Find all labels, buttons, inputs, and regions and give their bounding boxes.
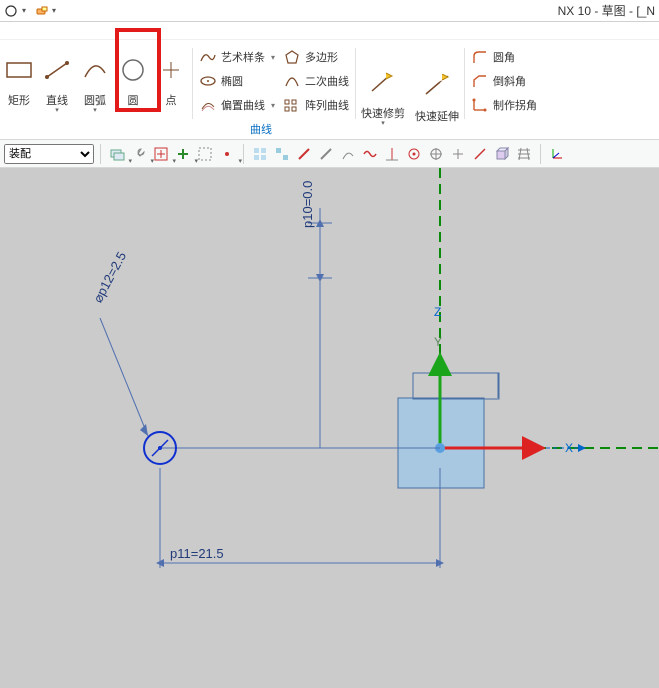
spline-icon [199,48,217,66]
fillet-icon [471,48,489,66]
rectangle-label: 矩形 [8,92,30,108]
tool-marquee-icon[interactable] [195,144,215,164]
tool-layer-icon[interactable] [107,144,127,164]
tool-diag2-icon[interactable] [470,144,490,164]
dim-p11[interactable]: p11=21.5 [170,546,224,561]
polygon-button[interactable]: 多边形 [283,46,349,68]
title-bar: ▾ ▾ NX 10 - 草图 - [_N [0,0,659,22]
axis-z-label: Z [434,305,441,319]
fillet-button[interactable]: 圆角 [471,46,537,68]
tool-greenplus-icon[interactable] [173,144,193,164]
menu-bar [0,22,659,40]
quick-extend-button[interactable]: 快速延伸 [412,62,462,128]
tool-wave-icon[interactable] [360,144,380,164]
assembly-select[interactable]: 装配 [4,144,94,164]
tool-plusbox-icon[interactable] [151,144,171,164]
offset-curve-icon [199,96,217,114]
eraser-icon[interactable] [34,4,48,18]
ellipse-icon [199,72,217,90]
tool-perp-icon[interactable] [382,144,402,164]
tool-grid-persp-icon[interactable] [514,144,534,164]
polygon-icon [283,48,301,66]
art-spline-button[interactable]: 艺术样条▾ [199,46,275,68]
line-button[interactable]: 直线 ▾ [38,46,76,118]
offset-curve-button[interactable]: 偏置曲线▾ [199,94,275,116]
tool-wcs-icon[interactable] [547,144,567,164]
pattern-curve-button[interactable]: 阵列曲线 [283,94,349,116]
tool-target2-icon[interactable] [426,144,446,164]
tool-target1-icon[interactable] [404,144,424,164]
pattern-curve-icon [283,96,301,114]
tool-diag-red-icon[interactable] [294,144,314,164]
tool-plus-icon[interactable] [448,144,468,164]
dim-p10[interactable]: p10=0.0 [300,181,315,228]
ribbon-group-label: 曲线 [250,121,272,137]
circle-mode-dropdown[interactable]: ▾ [22,6,30,15]
tool-arc-tan-icon[interactable] [338,144,358,164]
axis-y-label: Y [434,335,442,349]
rectangle-button[interactable]: 矩形 [0,46,38,112]
point-button[interactable]: 点 [152,46,190,112]
point-label: 点 [166,92,177,108]
ribbon: 矩形 直线 ▾ 圆弧 ▾ 圆 ▾ 点 艺术样条▾ [0,40,659,140]
conic-icon [283,72,301,90]
tool-wrench-icon[interactable] [129,144,149,164]
assembly-combo[interactable]: 装配 [4,144,94,164]
make-corner-button[interactable]: 制作拐角 [471,94,537,116]
app-title: NX 10 - 草图 - [_N [558,2,655,19]
tool-diag-grey-icon[interactable] [316,144,336,164]
chamfer-button[interactable]: 倒斜角 [471,70,537,92]
arc-button[interactable]: 圆弧 ▾ [76,46,114,118]
tool-redpoint-icon[interactable] [217,144,237,164]
eraser-dropdown[interactable]: ▾ [52,6,60,15]
ellipse-button[interactable]: 椭圆 [199,70,275,92]
circle-mode-icon[interactable] [4,4,18,18]
make-corner-icon [471,96,489,114]
tool-grid2-icon[interactable] [272,144,292,164]
quick-trim-button[interactable]: 快速修剪▾ [358,59,408,131]
circle-button[interactable]: 圆 ▾ [114,46,152,118]
chamfer-icon [471,72,489,90]
tool-grid1-icon[interactable] [250,144,270,164]
conic-button[interactable]: 二次曲线 [283,70,349,92]
tool-cube-icon[interactable] [492,144,512,164]
secondary-toolbar: 装配 [0,140,659,168]
sketch-canvas[interactable]: X Y Z p10=0.0 ⌀p12=2.5 p11=21 [0,168,659,688]
